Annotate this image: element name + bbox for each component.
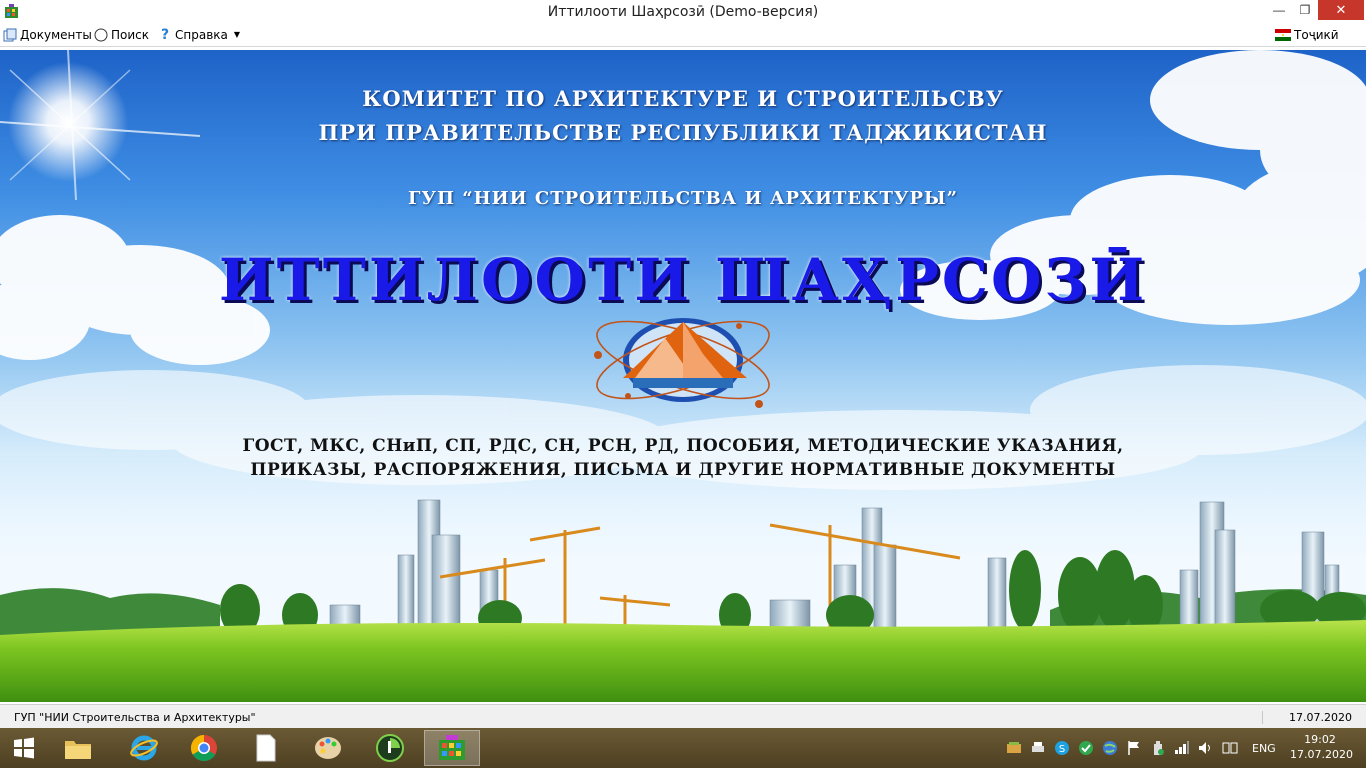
chrome-icon [190, 734, 217, 762]
paint-palette-icon [315, 737, 341, 759]
input-language[interactable]: ENG [1252, 742, 1276, 755]
tray-app-icon[interactable] [1006, 740, 1022, 756]
minimize-button[interactable]: — [1266, 0, 1292, 20]
taskbar: S ENG 19:02 17.07.2020 [0, 728, 1366, 768]
splash-banner: КОМИТЕТ ПО АРХИТЕКТУРЕ И СТРОИТЕЛЬСВУ ПР… [0, 50, 1366, 702]
clock-date: 17.07.2020 [1290, 748, 1353, 761]
document-icon [256, 734, 276, 762]
title-bar: Иттилооти Шаҳрсозӣ (Demo-версия) — ❐ ✕ [0, 0, 1366, 24]
taskbar-chrome[interactable] [176, 730, 232, 766]
skype-icon[interactable]: S [1054, 740, 1070, 756]
taskbar-file-explorer[interactable] [50, 730, 106, 766]
folder-icon [65, 741, 91, 759]
media-player-icon [376, 734, 404, 762]
keyboard-layout-icon[interactable] [1222, 740, 1238, 756]
windows-logo-icon [14, 737, 34, 759]
power-icon[interactable] [1150, 740, 1166, 756]
maximize-button[interactable]: ❐ [1292, 0, 1318, 20]
menu-documents[interactable]: Документы [3, 26, 92, 44]
taskbar-media[interactable] [362, 730, 418, 766]
landscape-illustration [0, 50, 1366, 702]
window-title: Иттилооти Шаҳрсозӣ (Demo-версия) [547, 4, 819, 20]
clock-time: 19:02 [1304, 733, 1336, 746]
network-icon[interactable] [1174, 740, 1190, 756]
taskbar-internet-explorer[interactable] [116, 730, 172, 766]
taskbar-active-app[interactable] [424, 730, 480, 766]
status-bar: ГУП "НИИ Строительства и Архитектуры" 17… [0, 704, 1366, 729]
close-button[interactable]: ✕ [1318, 0, 1364, 20]
menu-search-label: Поиск [111, 28, 150, 42]
status-organization: ГУП "НИИ Строительства и Архитектуры" [14, 711, 256, 724]
documents-icon [3, 28, 17, 42]
start-button[interactable] [0, 730, 48, 766]
documents-description-line1: ГОСТ, МКС, СНиП, СП, РДС, СН, РСН, РД, П… [242, 436, 1124, 456]
documents-description-line2: ПРИКАЗЫ, РАСПОРЯЖЕНИЯ, ПИСЬМА И ДРУГИЕ Н… [250, 460, 1116, 480]
printer-icon[interactable] [1030, 740, 1046, 756]
menu-documents-label: Документы [20, 28, 92, 42]
menu-bar: Документы Поиск ? Справка ▼ Тоҷикӣ [0, 24, 1366, 47]
flag-icon[interactable] [1126, 740, 1142, 756]
globe-icon[interactable] [1102, 740, 1118, 756]
menu-search[interactable]: Поиск [94, 26, 149, 44]
svg-text:S: S [1059, 744, 1065, 755]
internet-explorer-icon [130, 735, 158, 761]
taskbar-document[interactable] [238, 730, 294, 766]
compass-icon [94, 28, 108, 42]
menu-help[interactable]: ? Справка ▼ [158, 26, 240, 44]
menu-help-label: Справка [175, 28, 228, 42]
app-icon [439, 735, 465, 760]
clock[interactable]: 19:02 17.07.2020 [1290, 732, 1353, 762]
taskbar-paint[interactable] [300, 730, 356, 766]
tajikistan-flag-icon [1275, 29, 1291, 41]
committee-heading-line1: КОМИТЕТ ПО АРХИТЕКТУРЕ И СТРОИТЕЛЬСВУ [362, 86, 1004, 111]
menu-language[interactable]: Тоҷикӣ [1275, 26, 1339, 44]
status-date: 17.07.2020 [1262, 711, 1352, 724]
volume-icon[interactable] [1198, 740, 1214, 756]
check-shield-icon[interactable] [1078, 740, 1094, 756]
question-icon: ? [160, 27, 170, 43]
emblem-logo [594, 318, 770, 408]
committee-heading-line2: ПРИ ПРАВИТЕЛЬСТВЕ РЕСПУБЛИКИ ТАДЖИКИСТАН [318, 120, 1048, 145]
brand-title: ИТТИЛООТИ ШАҲРСОЗӢ [218, 246, 1148, 314]
organization-heading: ГУП “НИИ СТРОИТЕЛЬСТВА И АРХИТЕКТУРЫ” [407, 188, 959, 209]
chevron-down-icon: ▼ [233, 30, 241, 39]
menu-language-label: Тоҷикӣ [1294, 28, 1339, 42]
